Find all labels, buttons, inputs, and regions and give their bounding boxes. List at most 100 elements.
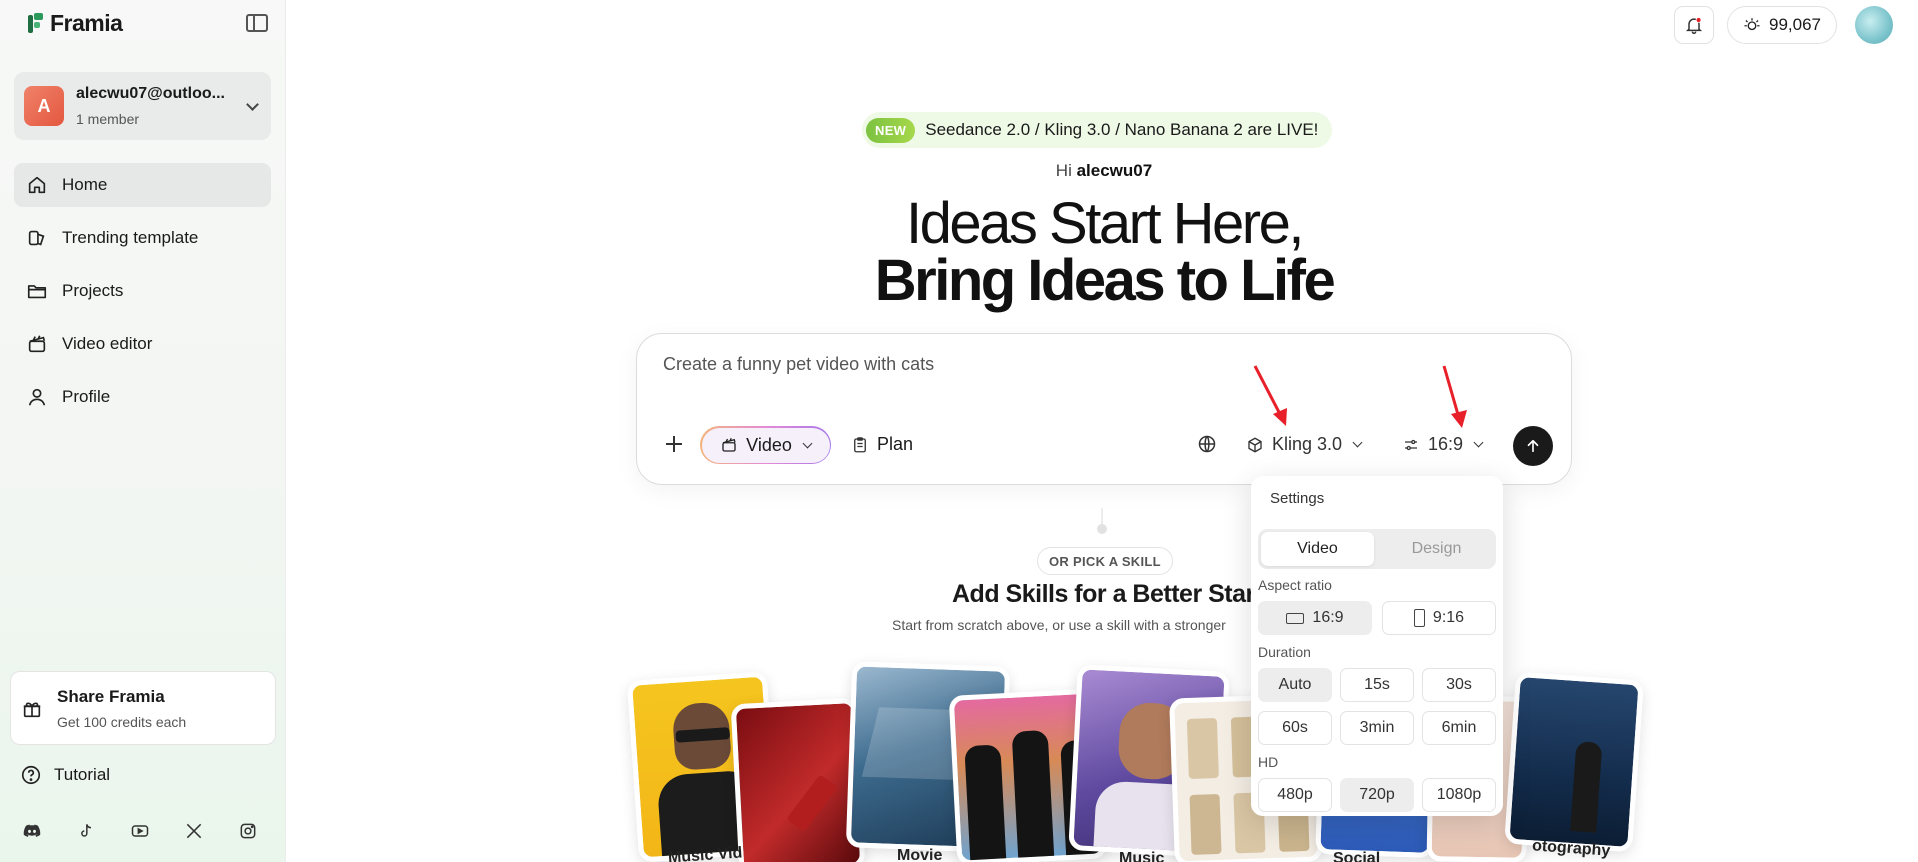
aspect-16-9-option[interactable]: 16:9 — [1258, 601, 1372, 635]
duration-6min-option[interactable]: 6min — [1422, 711, 1496, 745]
greeting-username: alecwu07 — [1076, 161, 1153, 180]
credits-count: 99,067 — [1769, 15, 1821, 34]
arrow-up-icon — [1527, 439, 1539, 453]
mode-selector[interactable]: Video — [700, 426, 831, 464]
discord-link[interactable] — [22, 820, 76, 842]
x-link[interactable] — [184, 820, 238, 842]
headline-line-1: Ideas Start Here, — [906, 191, 1304, 256]
user-avatar[interactable] — [1855, 6, 1893, 44]
account-email: alecwu07@outloo... — [76, 85, 225, 102]
model-label: Kling 3.0 — [1272, 434, 1343, 454]
landscape-icon — [1286, 612, 1305, 624]
template-icon — [28, 230, 45, 246]
globe-icon — [1198, 435, 1216, 453]
framia-logo-icon — [28, 12, 44, 35]
sidebar-item-label: Projects — [62, 281, 124, 300]
hd-label: HD — [1258, 754, 1279, 770]
chevron-down-icon — [1352, 437, 1363, 448]
clipboard-icon — [854, 436, 866, 452]
plan-label: Plan — [877, 434, 914, 454]
tab-video[interactable]: Video — [1261, 532, 1374, 566]
greeting-prefix: Hi — [1055, 161, 1072, 180]
account-switcher[interactable]: A alecwu07@outloo... 1 member — [14, 72, 271, 140]
sidebar-collapse-icon[interactable] — [246, 14, 268, 32]
social-links — [22, 820, 292, 842]
skill-card-photography[interactable] — [1504, 671, 1644, 853]
aspect-ratio-label: Aspect ratio — [1258, 577, 1332, 593]
hd-480p-option[interactable]: 480p — [1258, 778, 1332, 812]
account-avatar: A — [24, 86, 64, 126]
skill-card-lipstick[interactable] — [730, 697, 866, 862]
sidebar-item-trending-template[interactable]: Trending template — [14, 216, 271, 260]
tiktok-link[interactable] — [76, 820, 130, 842]
x-icon — [186, 823, 202, 839]
home-icon — [28, 176, 46, 194]
card-label-social: Social — [1333, 850, 1381, 862]
duration-3min-option[interactable]: 3min — [1340, 711, 1414, 745]
skills-subtitle: Start from scratch above, or use a skill… — [892, 617, 1226, 633]
skills-title: Add Skills for a Better Start — [952, 580, 1263, 608]
duration-15s-option[interactable]: 15s — [1340, 668, 1414, 702]
settings-popover: Settings Video Design Aspect ratio 16:9 … — [1251, 476, 1503, 816]
add-attachment-icon[interactable] — [664, 434, 684, 454]
share-title: Share Framia — [57, 687, 165, 706]
settings-type-toggle: Video Design — [1258, 529, 1496, 569]
discord-icon — [23, 824, 41, 837]
duration-60s-option[interactable]: 60s — [1258, 711, 1332, 745]
app-name: Framia — [50, 10, 123, 36]
duration-label: Duration — [1258, 644, 1311, 660]
tab-design[interactable]: Design — [1380, 532, 1493, 566]
prompt-input[interactable] — [663, 354, 1523, 375]
sidebar-item-profile[interactable]: Profile — [14, 375, 271, 419]
credits-badge[interactable]: 99,067 — [1727, 6, 1837, 44]
sidebar-nav: Home Trending template Projects Video ed… — [14, 163, 271, 428]
sliders-icon — [1405, 439, 1417, 450]
sidebar-item-projects[interactable]: Projects — [14, 269, 271, 313]
chevron-down-icon — [802, 438, 813, 448]
hd-720p-option[interactable]: 720p — [1340, 778, 1414, 812]
ratio-label: 16:9 — [1428, 434, 1464, 454]
annotation-arrow-model — [1253, 365, 1287, 426]
hd-1080p-option[interactable]: 1080p — [1422, 778, 1496, 812]
model-selector[interactable]: Kling 3.0 — [1246, 434, 1363, 455]
card-label-music: Music — [1119, 850, 1165, 862]
share-subtitle: Get 100 credits each — [57, 714, 187, 730]
clapperboard-icon — [28, 335, 46, 353]
user-icon — [28, 388, 46, 406]
connector-dot — [1097, 524, 1107, 534]
app-logo[interactable]: Framia — [28, 10, 123, 37]
web-search-toggle[interactable] — [1197, 434, 1217, 459]
portrait-icon — [1413, 609, 1425, 627]
card-label-movie: Movie — [897, 847, 943, 862]
sidebar-item-label: Trending template — [62, 228, 199, 247]
youtube-icon — [131, 825, 149, 837]
tiktok-icon — [81, 824, 92, 837]
new-badge: NEW — [866, 117, 916, 143]
clapperboard-icon — [722, 437, 736, 452]
announcement-banner[interactable]: NEW Seedance 2.0 / Kling 3.0 / Nano Bana… — [862, 112, 1333, 148]
credits-icon — [1744, 18, 1760, 31]
aspect-9-16-option[interactable]: 9:16 — [1382, 601, 1496, 635]
instagram-icon — [240, 823, 256, 839]
instagram-link[interactable] — [238, 820, 292, 842]
notifications-button[interactable] — [1674, 6, 1714, 44]
annotation-arrow-ratio — [1442, 365, 1467, 428]
sidebar-item-home[interactable]: Home — [14, 163, 271, 207]
chevron-down-icon — [1473, 437, 1484, 448]
aspect-16-9-label: 16:9 — [1312, 609, 1344, 626]
sidebar-item-video-editor[interactable]: Video editor — [14, 322, 271, 366]
announcement-text: Seedance 2.0 / Kling 3.0 / Nano Banana 2… — [925, 120, 1319, 139]
send-button[interactable] — [1513, 426, 1553, 466]
headline-line-2: Bring Ideas to Life — [874, 248, 1336, 313]
plan-button[interactable]: Plan — [851, 434, 913, 455]
youtube-link[interactable] — [130, 820, 184, 842]
gift-icon — [23, 702, 41, 718]
tutorial-link[interactable]: Tutorial — [20, 764, 110, 786]
share-framia-card[interactable]: Share Framia Get 100 credits each — [10, 671, 276, 745]
settings-selector[interactable]: 16:9 — [1402, 434, 1484, 455]
duration-30s-option[interactable]: 30s — [1422, 668, 1496, 702]
prompt-box: Video Plan Kling 3.0 16:9 — [636, 333, 1572, 485]
folder-icon — [27, 285, 47, 299]
duration-auto-option[interactable]: Auto — [1258, 668, 1332, 702]
greeting: Hi alecwu07 — [1000, 161, 1208, 181]
